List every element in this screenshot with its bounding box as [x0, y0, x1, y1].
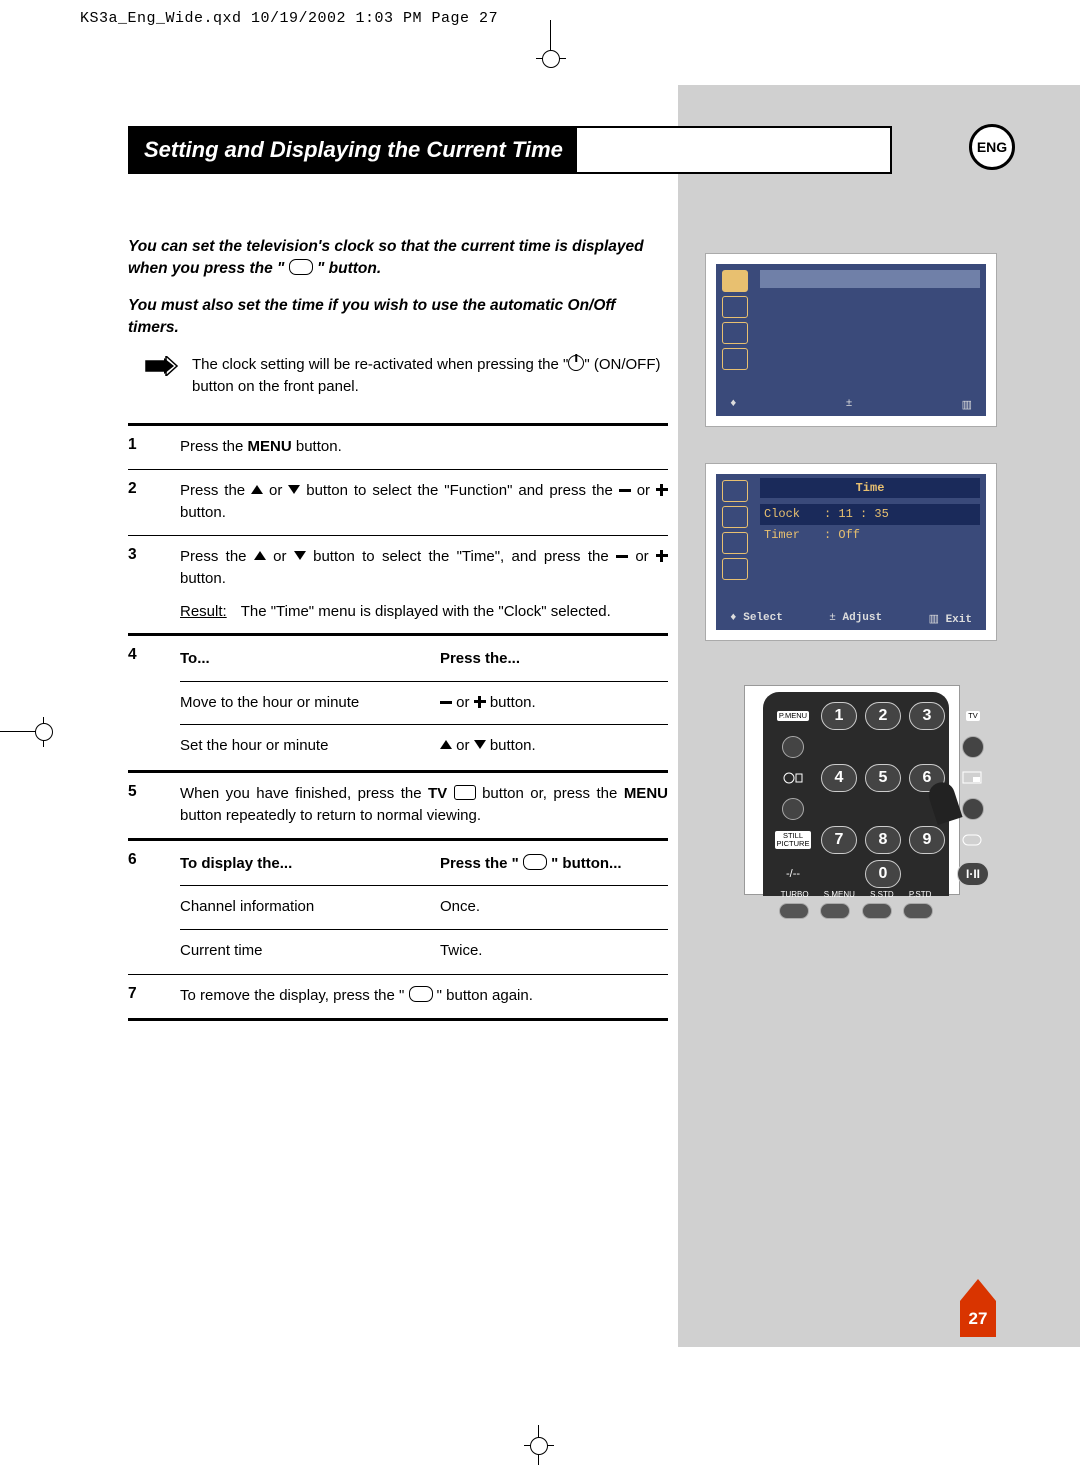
minus-icon [616, 555, 628, 558]
content-column: You can set the television's clock so th… [128, 236, 668, 1031]
osd-screenshot-blank: ♦ ± ▥ [706, 254, 996, 426]
intro-paragraph-1: You can set the television's clock so th… [128, 236, 668, 281]
result-text: The "Time" menu is displayed with the "C… [241, 601, 611, 624]
osd-timer-label: Timer [764, 526, 824, 545]
remote-button-0: 0 [865, 860, 901, 888]
remote-label-turbo: TURBO [781, 890, 809, 899]
osd-menu-icon [722, 296, 748, 318]
note-text: The clock setting will be re-activated w… [192, 354, 668, 398]
page-title-bar: Setting and Displaying the Current Time [128, 126, 892, 174]
down-arrow-icon [288, 485, 300, 494]
osd-clock-value: : 11 : 35 [824, 505, 889, 524]
pip-icon [962, 771, 984, 785]
step-6: 6 To display the... Press the " " button… [128, 851, 668, 965]
remote-button-9: 9 [909, 826, 945, 854]
osd-menu-icon [722, 506, 748, 528]
info-icon [962, 833, 984, 847]
up-arrow-icon [254, 551, 266, 560]
remote-small-button [782, 736, 804, 758]
osd-menu-icon [722, 348, 748, 370]
remote-pill-button [779, 903, 809, 919]
osd-menu-icon [722, 322, 748, 344]
osd-menu-icon [722, 558, 748, 580]
language-badge: ENG [969, 124, 1015, 170]
remote-pill-button [903, 903, 933, 919]
osd-nav-adjust: ± Adjust [829, 612, 882, 626]
osd-menu-icon [722, 532, 748, 554]
remote-small-button [782, 798, 804, 820]
osd-nav-select-sym: ♦ [730, 398, 737, 412]
osd-nav-exit: ▥ Exit [929, 612, 972, 626]
note-row: The clock setting will be re-activated w… [144, 354, 668, 398]
remote-illustration: P.MENU 1 2 3 TV 4 5 6 STILL [744, 685, 960, 895]
plus-icon [656, 484, 668, 496]
remote-button-audio: I·II [957, 862, 989, 886]
remote-label-pmenu: P.MENU [777, 711, 809, 721]
remote-label-smenu: S.MENU [824, 890, 855, 899]
remote-label-still: STILL PICTURE [775, 831, 812, 850]
page-number-triangle [960, 1279, 996, 1301]
crop-mark-top [540, 20, 560, 60]
remote-button-4: 4 [821, 764, 857, 792]
down-arrow-icon [294, 551, 306, 560]
up-arrow-icon [251, 485, 263, 494]
intro-paragraph-2: You must also set the time if you wish t… [128, 295, 668, 340]
info-button-icon [523, 854, 547, 870]
power-icon [568, 355, 584, 371]
remote-small-button [962, 736, 984, 758]
page-title: Setting and Displaying the Current Time [130, 128, 577, 172]
osd-nav-exit-sym: ▥ [962, 398, 972, 412]
osd-nav-adjust-sym: ± [846, 398, 853, 412]
minus-icon [619, 489, 631, 492]
step-2: 2 Press the or button to select the "Fun… [128, 480, 668, 525]
remote-pill-button [820, 903, 850, 919]
osd-screenshot-time: Time Clock : 11 : 35 Timer : Off ♦ Selec… [706, 464, 996, 640]
remote-label-pstd: P.STD [909, 890, 932, 899]
remote-button-3: 3 [909, 702, 945, 730]
remote-button-2: 2 [865, 702, 901, 730]
tv-button-icon [454, 785, 476, 800]
remote-button-1: 1 [821, 702, 857, 730]
step-5: 5 When you have finished, press the TV b… [128, 783, 668, 828]
up-arrow-icon [440, 740, 452, 749]
info-button-icon [409, 986, 433, 1002]
result-label: Result: [180, 601, 227, 624]
remote-small-button [962, 798, 984, 820]
remote-button-7: 7 [821, 826, 857, 854]
osd-title: Time [760, 478, 980, 498]
remote-button-8: 8 [865, 826, 901, 854]
osd-timer-value: : Off [824, 526, 860, 545]
osd-clock-label: Clock [764, 505, 824, 524]
remote-button-5: 5 [865, 764, 901, 792]
note-arrow-icon [144, 356, 178, 376]
remote-label-slash: -/-- [786, 868, 800, 880]
step-7: 7 To remove the display, press the " " b… [128, 985, 668, 1008]
osd-menu-icon [722, 480, 748, 502]
remote-label-sstd: S.STD [870, 890, 894, 899]
steps-list: 1 Press the MENU button. 2 Press the or … [128, 423, 668, 1021]
plus-icon [474, 696, 486, 708]
info-button-icon [289, 259, 313, 275]
remote-label-tv: TV [966, 711, 980, 721]
remote-pill-button [862, 903, 892, 919]
osd-menu-icon [722, 270, 748, 292]
minus-icon [440, 701, 452, 704]
down-arrow-icon [474, 740, 486, 749]
step-4: 4 To... Press the... Move to the hour or… [128, 646, 668, 760]
step-3: 3 Press the or button to select the "Tim… [128, 546, 668, 624]
timer-icon [782, 771, 804, 785]
osd-nav-select: ♦ Select [730, 612, 783, 626]
step-1: 1 Press the MENU button. [128, 436, 668, 459]
plus-icon [656, 550, 668, 562]
page-number: 27 [960, 1301, 996, 1337]
